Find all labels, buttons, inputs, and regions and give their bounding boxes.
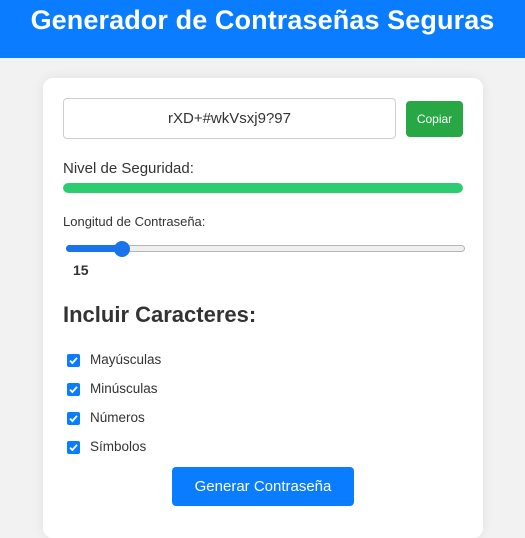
length-value: 15 (73, 262, 89, 278)
symbols-label: Símbolos (90, 439, 147, 454)
length-slider[interactable] (63, 238, 466, 260)
generate-password-button[interactable]: Generar Contraseña (172, 467, 354, 506)
slider-thumb[interactable] (113, 241, 130, 257)
check-icon (69, 386, 78, 394)
copy-button[interactable]: Copiar (406, 101, 463, 137)
security-level-bar (63, 183, 463, 193)
length-label: Longitud de Contraseña: (63, 214, 206, 229)
check-icon (69, 357, 78, 365)
check-icon (69, 444, 78, 452)
page-title: Generador de Contraseñas Seguras (30, 5, 495, 35)
uppercase-checkbox[interactable] (67, 354, 80, 367)
security-level-label: Nivel de Seguridad: (63, 160, 194, 177)
lowercase-checkbox[interactable] (67, 383, 80, 396)
check-icon (69, 415, 78, 423)
numbers-checkbox[interactable] (67, 412, 80, 425)
security-level-fill (63, 183, 463, 193)
password-output-field[interactable] (63, 98, 396, 139)
app-header: Generador de Contraseñas Seguras (0, 0, 525, 58)
lowercase-label: Minúsculas (90, 381, 158, 396)
generator-card: Copiar Nivel de Seguridad: Longitud de C… (43, 78, 483, 538)
uppercase-label: Mayúsculas (90, 352, 162, 367)
symbols-checkbox[interactable] (67, 441, 80, 454)
include-characters-heading: Incluir Caracteres: (63, 302, 257, 327)
numbers-label: Números (90, 410, 145, 425)
